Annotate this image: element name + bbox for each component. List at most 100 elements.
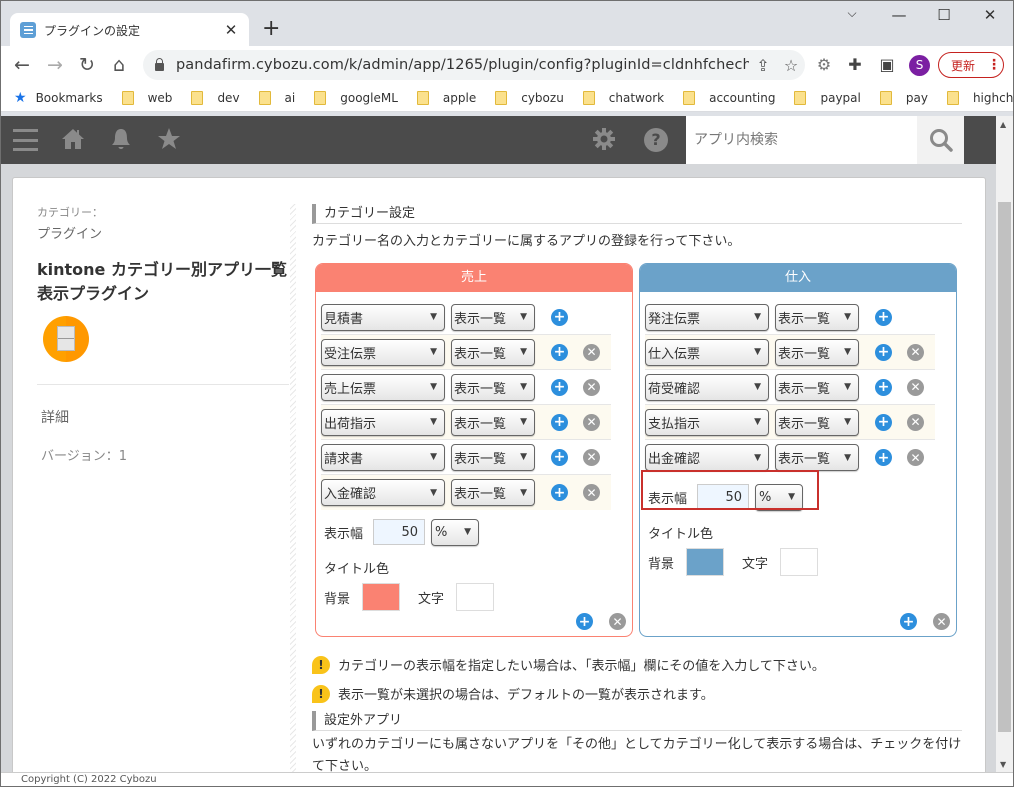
add-row-icon[interactable]: +: [551, 378, 568, 396]
add-row-icon[interactable]: +: [551, 343, 568, 361]
view-select[interactable]: 表示一覧 ▼: [451, 408, 535, 436]
app-select[interactable]: 入金確認 ▼: [321, 479, 445, 506]
display-width-input[interactable]: [697, 484, 750, 510]
width-unit-select[interactable]: % ▼: [431, 518, 480, 546]
display-width-input[interactable]: [373, 519, 426, 545]
view-select[interactable]: 表示一覧 ▼: [775, 338, 859, 366]
view-select[interactable]: 表示一覧 ▼: [451, 443, 535, 471]
share-icon[interactable]: ⇪: [749, 56, 777, 75]
view-select[interactable]: 表示一覧 ▼: [775, 444, 859, 471]
app-select[interactable]: 仕入伝票 ▼: [645, 338, 769, 366]
page-scrollbar[interactable]: ▲ ▼: [996, 116, 1013, 772]
scrollbar-thumb[interactable]: [998, 202, 1011, 732]
bookmark-folder[interactable]: accounting: [683, 90, 775, 105]
remove-row-icon[interactable]: ✕: [907, 449, 924, 466]
category-title[interactable]: 売上: [316, 264, 632, 292]
remove-row-icon[interactable]: ✕: [583, 448, 600, 466]
category-title[interactable]: 仕入: [640, 264, 956, 292]
scroll-down-arrow-icon[interactable]: ▼: [1000, 760, 1006, 769]
tab-search-chevron-icon[interactable]: ⌵: [842, 6, 862, 21]
tab-close-icon[interactable]: ✕: [223, 21, 239, 39]
remove-row-icon[interactable]: ✕: [907, 413, 924, 431]
browser-tab[interactable]: プラグインの設定 ✕: [10, 13, 249, 47]
app-select[interactable]: 発注伝票 ▼: [645, 303, 769, 331]
extension-gear-icon[interactable]: ⚙: [814, 55, 834, 75]
bookmark-folder[interactable]: apple: [416, 90, 476, 105]
app-select[interactable]: 受注伝票 ▼: [321, 338, 445, 366]
remove-row-icon[interactable]: ✕: [583, 343, 600, 361]
bookmark-folder[interactable]: highcharts: [946, 90, 1014, 105]
add-category-icon[interactable]: +: [900, 613, 917, 630]
menu-icon[interactable]: [13, 129, 38, 151]
forward-icon[interactable]: →: [43, 53, 67, 77]
back-icon[interactable]: ←: [10, 53, 34, 77]
remove-category-icon[interactable]: ✕: [609, 613, 626, 630]
app-select[interactable]: 売上伝票 ▼: [321, 373, 445, 401]
bookmark-folder[interactable]: googleML: [314, 90, 398, 105]
text-color-swatch[interactable]: [780, 548, 819, 576]
minimize-button[interactable]: —: [889, 6, 909, 24]
bookmark-star-icon[interactable]: ☆: [777, 56, 805, 75]
reload-icon[interactable]: ↻: [75, 53, 99, 77]
add-row-icon[interactable]: +: [875, 413, 892, 431]
background-color-swatch[interactable]: [362, 583, 401, 611]
favorites-star-icon[interactable]: [155, 126, 183, 154]
remove-category-icon[interactable]: ✕: [933, 613, 950, 630]
app-select[interactable]: 請求書 ▼: [321, 443, 445, 471]
bookmark-folder[interactable]: pay: [879, 90, 928, 105]
remove-row-icon[interactable]: ✕: [907, 343, 924, 361]
scroll-up-arrow-icon[interactable]: ▲: [1000, 120, 1006, 129]
view-select[interactable]: 表示一覧 ▼: [451, 479, 535, 506]
notification-bell-icon[interactable]: [107, 126, 135, 154]
bookmark-folder[interactable]: ai: [258, 90, 295, 105]
app-select[interactable]: 出金確認 ▼: [645, 444, 769, 471]
menu-dots-icon[interactable]: ⋮: [987, 57, 1001, 73]
side-panel-icon[interactable]: ▣: [877, 55, 897, 75]
maximize-button[interactable]: ☐: [934, 6, 954, 24]
window-close-button[interactable]: ✕: [980, 6, 1000, 24]
view-select[interactable]: 表示一覧 ▼: [775, 408, 859, 436]
remove-row-icon[interactable]: ✕: [583, 484, 600, 501]
view-select[interactable]: 表示一覧 ▼: [775, 303, 859, 331]
app-select[interactable]: 見積書 ▼: [321, 303, 445, 331]
help-icon[interactable]: ?: [644, 128, 668, 152]
add-row-icon[interactable]: +: [551, 308, 568, 326]
bookmark-folder[interactable]: cybozu: [495, 90, 564, 105]
app-select[interactable]: 荷受確認 ▼: [645, 373, 769, 401]
app-select[interactable]: 出荷指示 ▼: [321, 408, 445, 436]
width-unit-select[interactable]: % ▼: [755, 483, 804, 511]
remove-row-icon[interactable]: ✕: [583, 378, 600, 396]
app-search-input[interactable]: [686, 116, 917, 164]
search-button[interactable]: [917, 116, 964, 164]
remove-row-icon[interactable]: ✕: [583, 413, 600, 431]
bookmark-folder[interactable]: web: [121, 90, 172, 105]
add-row-icon[interactable]: +: [875, 378, 892, 396]
bookmark-folder[interactable]: chatwork: [582, 90, 664, 105]
extensions-puzzle-icon[interactable]: ✚: [845, 55, 865, 75]
view-select[interactable]: 表示一覧 ▼: [775, 373, 859, 401]
add-row-icon[interactable]: +: [551, 484, 568, 501]
background-color-swatch[interactable]: [686, 548, 725, 576]
address-bar[interactable]: pandafirm.cybozu.com/k/admin/app/1265/pl…: [143, 50, 805, 80]
app-select[interactable]: 支払指示 ▼: [645, 408, 769, 436]
bookmarks-menu[interactable]: ★ Bookmarks: [14, 90, 103, 106]
text-color-swatch[interactable]: [456, 583, 495, 611]
profile-avatar[interactable]: S: [909, 55, 930, 76]
add-row-icon[interactable]: +: [551, 448, 568, 466]
home-portal-icon[interactable]: [59, 126, 87, 154]
bookmark-folder[interactable]: dev: [191, 90, 240, 105]
url-text[interactable]: pandafirm.cybozu.com/k/admin/app/1265/pl…: [176, 57, 749, 73]
add-row-icon[interactable]: +: [875, 308, 892, 326]
view-select[interactable]: 表示一覧 ▼: [451, 338, 535, 366]
add-category-icon[interactable]: +: [576, 613, 593, 630]
view-select[interactable]: 表示一覧 ▼: [451, 303, 535, 331]
detail-link[interactable]: 詳細: [41, 407, 289, 427]
view-select[interactable]: 表示一覧 ▼: [451, 373, 535, 401]
add-row-icon[interactable]: +: [551, 413, 568, 431]
new-tab-button[interactable]: +: [262, 17, 280, 41]
settings-gear-icon[interactable]: [590, 126, 618, 154]
remove-row-icon[interactable]: ✕: [907, 378, 924, 396]
update-button[interactable]: 更新 ⋮: [938, 52, 1004, 78]
home-icon[interactable]: ⌂: [107, 53, 131, 77]
add-row-icon[interactable]: +: [875, 343, 892, 361]
